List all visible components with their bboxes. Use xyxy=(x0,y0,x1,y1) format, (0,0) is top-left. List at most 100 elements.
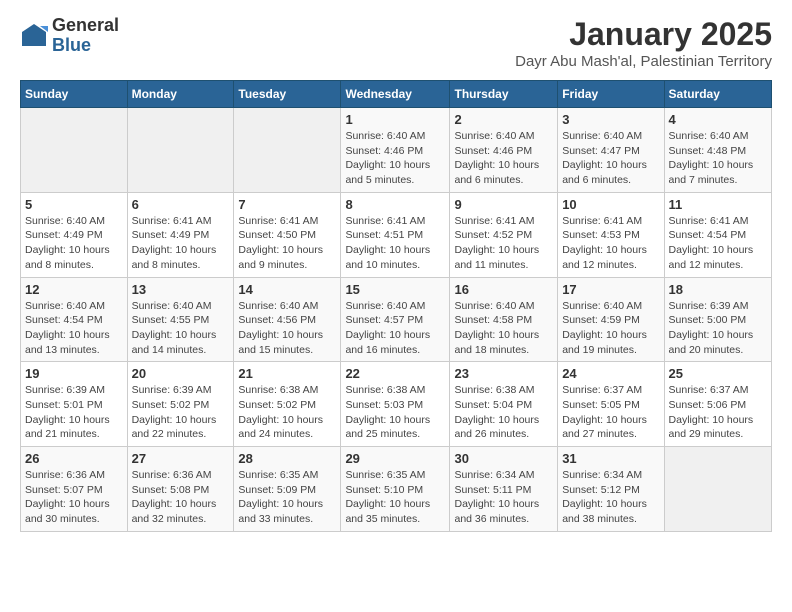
day-number: 19 xyxy=(25,366,123,381)
day-number: 28 xyxy=(238,451,336,466)
day-cell: 14Sunrise: 6:40 AMSunset: 4:56 PMDayligh… xyxy=(234,277,341,362)
day-cell: 24Sunrise: 6:37 AMSunset: 5:05 PMDayligh… xyxy=(558,362,664,447)
day-number: 1 xyxy=(345,112,445,127)
day-cell: 28 Sunrise: 6:35 AMSunset: 5:09 PMDayligh… xyxy=(234,447,341,532)
day-cell: 8Sunrise: 6:41 AMSunset: 4:51 PMDaylight… xyxy=(341,192,450,277)
day-number: 11 xyxy=(669,197,767,212)
calendar-header: SundayMondayTuesdayWednesdayThursdayFrid… xyxy=(21,81,772,108)
day-info: Sunrise: 6:41 AMSunset: 4:53 PMDaylight:… xyxy=(562,214,659,273)
day-info: Sunrise: 6:39 AMSunset: 5:01 PMDaylight:… xyxy=(25,383,123,442)
day-number: 20 xyxy=(132,366,230,381)
day-number: 12 xyxy=(25,282,123,297)
day-info: Sunrise: 6:40 AMSunset: 4:54 PMDaylight:… xyxy=(25,299,123,358)
day-number: 6 xyxy=(132,197,230,212)
day-number: 9 xyxy=(454,197,553,212)
day-number: 4 xyxy=(669,112,767,127)
title-block: January 2025 Dayr Abu Mash'al, Palestini… xyxy=(515,16,772,70)
day-info: Sunrise: 6:40 AMSunset: 4:47 PMDaylight:… xyxy=(562,129,659,188)
header-wednesday: Wednesday xyxy=(341,81,450,108)
day-info: Sunrise: 6:39 AMSunset: 5:00 PMDaylight:… xyxy=(669,299,767,358)
week-row-1: 5 Sunrise: 6:40 AMSunset: 4:49 PMDaylight… xyxy=(21,192,772,277)
day-cell: 20Sunrise: 6:39 AMSunset: 5:02 PMDayligh… xyxy=(127,362,234,447)
logo: General Blue xyxy=(20,16,119,56)
day-cell: 18 Sunrise: 6:39 AMSunset: 5:00 PMDayligh… xyxy=(664,277,771,362)
day-info: Sunrise: 6:36 AMSunset: 5:08 PMDaylight:… xyxy=(132,468,230,527)
logo-text: General Blue xyxy=(52,16,119,56)
day-number: 2 xyxy=(454,112,553,127)
day-info: Sunrise: 6:35 AMSunset: 5:09 PMDaylight:… xyxy=(238,468,336,527)
day-number: 8 xyxy=(345,197,445,212)
day-number: 16 xyxy=(454,282,553,297)
day-number: 3 xyxy=(562,112,659,127)
header-thursday: Thursday xyxy=(450,81,558,108)
subtitle: Dayr Abu Mash'al, Palestinian Territory xyxy=(515,53,772,70)
logo-blue: Blue xyxy=(52,36,119,56)
day-info: Sunrise: 6:40 AMSunset: 4:55 PMDaylight:… xyxy=(132,299,230,358)
day-info: Sunrise: 6:34 AMSunset: 5:12 PMDaylight:… xyxy=(562,468,659,527)
day-cell: 2 Sunrise: 6:40 AMSunset: 4:46 PMDaylight… xyxy=(450,108,558,193)
main-title: January 2025 xyxy=(515,16,772,53)
day-number: 27 xyxy=(132,451,230,466)
day-number: 17 xyxy=(562,282,659,297)
header-sunday: Sunday xyxy=(21,81,128,108)
day-cell: 15Sunrise: 6:40 AMSunset: 4:57 PMDayligh… xyxy=(341,277,450,362)
day-cell: 3 Sunrise: 6:40 AMSunset: 4:47 PMDaylight… xyxy=(558,108,664,193)
day-info: Sunrise: 6:40 AMSunset: 4:46 PMDaylight:… xyxy=(345,129,445,188)
day-cell xyxy=(234,108,341,193)
day-cell: 7Sunrise: 6:41 AMSunset: 4:50 PMDaylight… xyxy=(234,192,341,277)
day-cell: 16 Sunrise: 6:40 AMSunset: 4:58 PMDayligh… xyxy=(450,277,558,362)
day-number: 31 xyxy=(562,451,659,466)
page-header: General Blue January 2025 Dayr Abu Mash'… xyxy=(20,16,772,70)
day-number: 5 xyxy=(25,197,123,212)
day-info: Sunrise: 6:38 AMSunset: 5:04 PMDaylight:… xyxy=(454,383,553,442)
day-cell: 29Sunrise: 6:35 AMSunset: 5:10 PMDayligh… xyxy=(341,447,450,532)
day-info: Sunrise: 6:41 AMSunset: 4:52 PMDaylight:… xyxy=(454,214,553,273)
day-number: 30 xyxy=(454,451,553,466)
day-number: 14 xyxy=(238,282,336,297)
logo-icon xyxy=(20,22,48,50)
day-info: Sunrise: 6:40 AMSunset: 4:49 PMDaylight:… xyxy=(25,214,123,273)
day-cell: 21 Sunrise: 6:38 AMSunset: 5:02 PMDayligh… xyxy=(234,362,341,447)
header-monday: Monday xyxy=(127,81,234,108)
day-info: Sunrise: 6:36 AMSunset: 5:07 PMDaylight:… xyxy=(25,468,123,527)
day-cell xyxy=(21,108,128,193)
day-cell: 1 Sunrise: 6:40 AMSunset: 4:46 PMDaylight… xyxy=(341,108,450,193)
day-number: 10 xyxy=(562,197,659,212)
day-cell: 17 Sunrise: 6:40 AMSunset: 4:59 PMDayligh… xyxy=(558,277,664,362)
day-cell: 22Sunrise: 6:38 AMSunset: 5:03 PMDayligh… xyxy=(341,362,450,447)
logo-general: General xyxy=(52,16,119,36)
day-cell: 27 Sunrise: 6:36 AMSunset: 5:08 PMDayligh… xyxy=(127,447,234,532)
day-info: Sunrise: 6:41 AMSunset: 4:50 PMDaylight:… xyxy=(238,214,336,273)
day-cell: 26Sunrise: 6:36 AMSunset: 5:07 PMDayligh… xyxy=(21,447,128,532)
day-number: 23 xyxy=(454,366,553,381)
day-info: Sunrise: 6:40 AMSunset: 4:46 PMDaylight:… xyxy=(454,129,553,188)
day-cell xyxy=(127,108,234,193)
day-cell: 4Sunrise: 6:40 AMSunset: 4:48 PMDaylight… xyxy=(664,108,771,193)
calendar-body: 1 Sunrise: 6:40 AMSunset: 4:46 PMDaylight… xyxy=(21,108,772,532)
day-cell xyxy=(664,447,771,532)
week-row-4: 26Sunrise: 6:36 AMSunset: 5:07 PMDayligh… xyxy=(21,447,772,532)
day-info: Sunrise: 6:40 AMSunset: 4:59 PMDaylight:… xyxy=(562,299,659,358)
day-number: 18 xyxy=(669,282,767,297)
day-number: 13 xyxy=(132,282,230,297)
day-cell: 13 Sunrise: 6:40 AMSunset: 4:55 PMDayligh… xyxy=(127,277,234,362)
day-cell: 19 Sunrise: 6:39 AMSunset: 5:01 PMDayligh… xyxy=(21,362,128,447)
day-info: Sunrise: 6:41 AMSunset: 4:49 PMDaylight:… xyxy=(132,214,230,273)
day-number: 25 xyxy=(669,366,767,381)
day-info: Sunrise: 6:37 AMSunset: 5:06 PMDaylight:… xyxy=(669,383,767,442)
day-cell: 10 Sunrise: 6:41 AMSunset: 4:53 PMDayligh… xyxy=(558,192,664,277)
day-cell: 25 Sunrise: 6:37 AMSunset: 5:06 PMDayligh… xyxy=(664,362,771,447)
header-row: SundayMondayTuesdayWednesdayThursdayFrid… xyxy=(21,81,772,108)
day-info: Sunrise: 6:37 AMSunset: 5:05 PMDaylight:… xyxy=(562,383,659,442)
calendar-table: SundayMondayTuesdayWednesdayThursdayFrid… xyxy=(20,80,772,532)
day-info: Sunrise: 6:35 AMSunset: 5:10 PMDaylight:… xyxy=(345,468,445,527)
day-cell: 31 Sunrise: 6:34 AMSunset: 5:12 PMDayligh… xyxy=(558,447,664,532)
week-row-0: 1 Sunrise: 6:40 AMSunset: 4:46 PMDaylight… xyxy=(21,108,772,193)
day-number: 21 xyxy=(238,366,336,381)
day-info: Sunrise: 6:40 AMSunset: 4:57 PMDaylight:… xyxy=(345,299,445,358)
day-cell: 9 Sunrise: 6:41 AMSunset: 4:52 PMDaylight… xyxy=(450,192,558,277)
day-info: Sunrise: 6:34 AMSunset: 5:11 PMDaylight:… xyxy=(454,468,553,527)
day-info: Sunrise: 6:40 AMSunset: 4:58 PMDaylight:… xyxy=(454,299,553,358)
day-info: Sunrise: 6:38 AMSunset: 5:02 PMDaylight:… xyxy=(238,383,336,442)
header-saturday: Saturday xyxy=(664,81,771,108)
